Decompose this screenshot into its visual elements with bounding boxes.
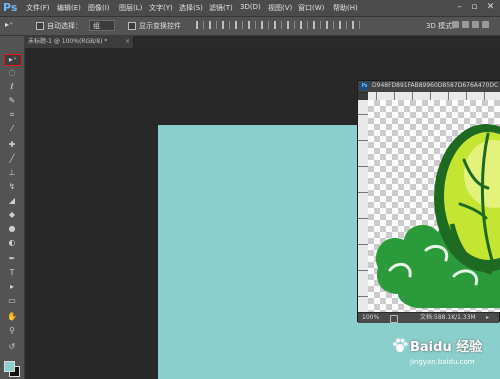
3d-drag-icon[interactable] [472,21,479,28]
align-hcenter-icon[interactable] [248,21,256,29]
zoom-tool-icon[interactable]: ⚲ [4,326,20,336]
status-info-icon[interactable] [390,315,398,323]
distribute-top-icon[interactable] [274,21,282,29]
clone-stamp-tool-icon[interactable]: ⊥ [4,168,20,178]
move-tool-icon[interactable]: ▸⁺ [4,54,22,66]
align-bottom-icon[interactable] [222,21,230,29]
document-size-info: 文档:588.1K/1.33M [420,314,476,321]
document-tab[interactable]: 未标题-1 @ 100%(RGB/8) * × [24,36,134,48]
menu-image[interactable]: 图像(I) [88,3,110,13]
foreground-color-swatch[interactable] [4,361,15,372]
distribute-vcenter-icon[interactable] [287,21,295,29]
marquee-tool-icon[interactable]: ◌ [4,68,20,78]
document-tab-label: 未标题-1 @ 100%(RGB/8) * [28,38,108,45]
floating-image-window[interactable]: Ps D948FD891FAB89960D8587D676A470DC 100%… [357,80,500,323]
restore-button[interactable]: ▫ [469,2,480,13]
show-transform-checkbox[interactable] [128,22,136,30]
floating-window-statusbar: 100% 文档:588.1K/1.33M ▸ [358,312,499,323]
show-transform-label: 显示变换控件 [139,22,181,30]
align-left-icon[interactable] [235,21,243,29]
3d-roll-icon[interactable] [462,21,469,28]
lasso-tool-icon[interactable]: ℓ [4,82,20,92]
minimize-button[interactable]: – [454,2,465,13]
auto-select-checkbox[interactable] [36,22,44,30]
distribute-right-icon[interactable] [339,21,347,29]
menu-filter[interactable]: 滤镜(T) [209,3,233,13]
paint-bucket-tool-icon[interactable]: ◆ [4,210,20,220]
lantern-artwork [376,124,500,309]
auto-select-label: 自动选择： [47,22,82,30]
zoom-level[interactable]: 100% [362,313,379,323]
menu-window[interactable]: 窗口(W) [298,3,324,13]
menu-bar: Ps 文件(F) 编辑(E) 图像(I) 图层(L) 文字(Y) 选择(S) 滤… [0,0,500,17]
crop-tool-icon[interactable]: ⌗ [4,110,20,120]
brush-tool-icon[interactable]: ╱ [4,154,20,164]
baidu-watermark: Baidu 经验 jingyan.baidu.com [392,336,498,376]
options-bar: ▸⁺ 自动选择： 组 显示变换控件 3D 模式： [0,17,500,36]
watermark-url: jingyan.baidu.com [410,358,475,366]
pen-tool-icon[interactable]: ✒ [4,254,20,264]
align-distribute-icons[interactable] [196,21,406,31]
align-right-icon[interactable] [261,21,269,29]
menu-view[interactable]: 视图(V) [268,3,292,13]
healing-tool-icon[interactable]: ✚ [4,140,20,150]
menu-3d[interactable]: 3D(D) [240,3,261,11]
floating-window-title: D948FD891FAB89960D8587D676A470DC [372,82,499,89]
hand-tool-icon[interactable]: ✋ [4,312,20,322]
align-top-icon[interactable] [196,21,204,29]
toolbox: ▸⁺ ◌ ℓ ✎ ⌗ ⁄ ✚ ╱ ⊥ ↯ ◢ ◆ ● ◐ ✒ T ▸ ▭ ✋ ⚲… [0,36,25,379]
baidu-paw-icon [393,338,408,352]
distribute-left-icon[interactable] [313,21,321,29]
ps-document-icon: Ps [360,82,369,90]
menu-type[interactable]: 文字(Y) [149,3,173,13]
transparent-image-area[interactable] [368,100,500,312]
dodge-tool-icon[interactable]: ◐ [4,238,20,248]
watermark-brand: Baidu 经验 [410,340,483,355]
swap-colors-icon[interactable]: ↺ [4,342,20,352]
tab-close-icon[interactable]: × [125,36,130,48]
path-select-tool-icon[interactable]: ▸ [4,282,20,292]
auto-align-icon[interactable] [352,21,360,29]
blur-tool-icon[interactable]: ● [4,224,20,234]
3d-mode-icons[interactable] [452,21,492,30]
close-button[interactable]: ✕ [485,2,496,13]
shape-tool-icon[interactable]: ▭ [4,296,20,306]
menu-help[interactable]: 帮助(H) [333,3,358,13]
menu-select[interactable]: 选择(S) [179,3,203,13]
quick-select-tool-icon[interactable]: ✎ [4,96,20,106]
3d-slide-icon[interactable] [482,21,489,28]
align-vcenter-icon[interactable] [209,21,217,29]
status-menu-arrow-icon[interactable]: ▸ [486,313,489,323]
distribute-hcenter-icon[interactable] [326,21,334,29]
eraser-tool-icon[interactable]: ◢ [4,196,20,206]
menu-edit[interactable]: 编辑(E) [57,3,81,13]
auto-select-dropdown[interactable]: 组 [89,20,115,31]
type-tool-icon[interactable]: T [4,268,20,278]
menu-layer[interactable]: 图层(L) [119,3,142,13]
eyedropper-tool-icon[interactable]: ⁄ [4,124,20,134]
history-brush-tool-icon[interactable]: ↯ [4,182,20,192]
3d-rotate-icon[interactable] [452,21,459,28]
distribute-bottom-icon[interactable] [300,21,308,29]
move-tool-preset-icon[interactable]: ▸⁺ [5,20,25,32]
menu-file[interactable]: 文件(F) [26,3,50,13]
photoshop-logo: Ps [3,1,18,14]
